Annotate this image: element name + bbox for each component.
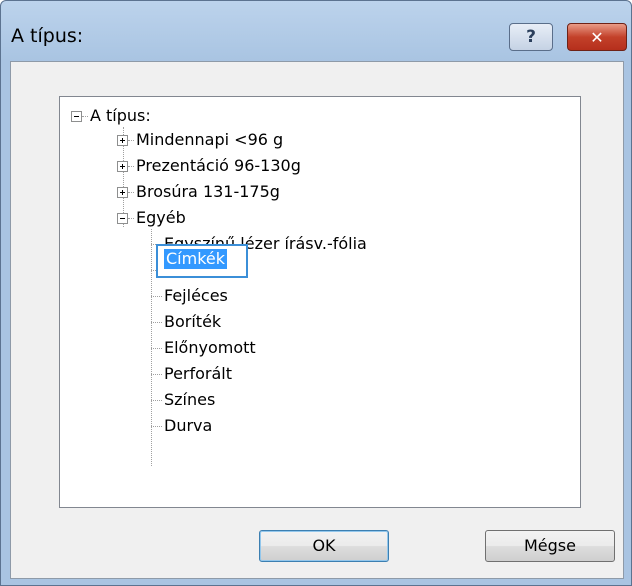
window-title: A típus: (11, 25, 84, 47)
tree-line (82, 116, 88, 117)
tree-line (151, 374, 162, 375)
tree-line (151, 400, 162, 401)
tree-line (128, 218, 134, 219)
tree-leaf[interactable]: Színes (164, 389, 215, 411)
expand-icon[interactable] (117, 135, 128, 146)
cancel-button[interactable]: Mégse (485, 530, 615, 562)
tree-line (151, 426, 162, 427)
dialog-window: A típus: ? ✕ A típus: Mindennapi <96 g P… (0, 0, 632, 586)
tree-leaf[interactable]: Durva (164, 415, 212, 437)
expand-icon[interactable] (117, 187, 128, 198)
help-icon: ? (526, 27, 536, 47)
tree-line (128, 192, 134, 193)
expand-icon[interactable] (117, 161, 128, 172)
selected-item-label: Címkék (164, 249, 228, 269)
tree-line (151, 348, 162, 349)
tree-line (151, 296, 162, 297)
tree-root-node[interactable]: A típus: (90, 105, 151, 127)
ok-button[interactable]: OK (259, 530, 389, 562)
close-icon: ✕ (590, 27, 604, 47)
dialog-client-area: A típus: Mindennapi <96 g Prezentáció 96… (10, 61, 624, 579)
tree-item[interactable]: Mindennapi <96 g (136, 129, 283, 151)
selected-tree-item[interactable]: Címkék (156, 244, 248, 278)
tree-leaf[interactable]: Előnyomott (164, 337, 256, 359)
tree-item[interactable]: Egyéb (136, 207, 186, 229)
collapse-icon[interactable] (117, 213, 128, 224)
tree-line (128, 166, 134, 167)
collapse-icon[interactable] (71, 111, 82, 122)
help-button[interactable]: ? (509, 23, 553, 51)
tree-leaf[interactable]: Boríték (164, 311, 221, 333)
tree-item[interactable]: Prezentáció 96-130g (136, 155, 301, 177)
title-bar[interactable]: A típus: ? ✕ (1, 1, 631, 61)
close-button[interactable]: ✕ (567, 23, 627, 51)
tree-item[interactable]: Brosúra 131-175g (136, 181, 280, 203)
tree-line (151, 322, 162, 323)
type-tree-view[interactable]: A típus: Mindennapi <96 g Prezentáció 96… (59, 96, 581, 508)
tree-leaf[interactable]: Fejléces (164, 285, 228, 307)
tree-line (128, 140, 134, 141)
tree-leaf[interactable]: Perforált (164, 363, 232, 385)
